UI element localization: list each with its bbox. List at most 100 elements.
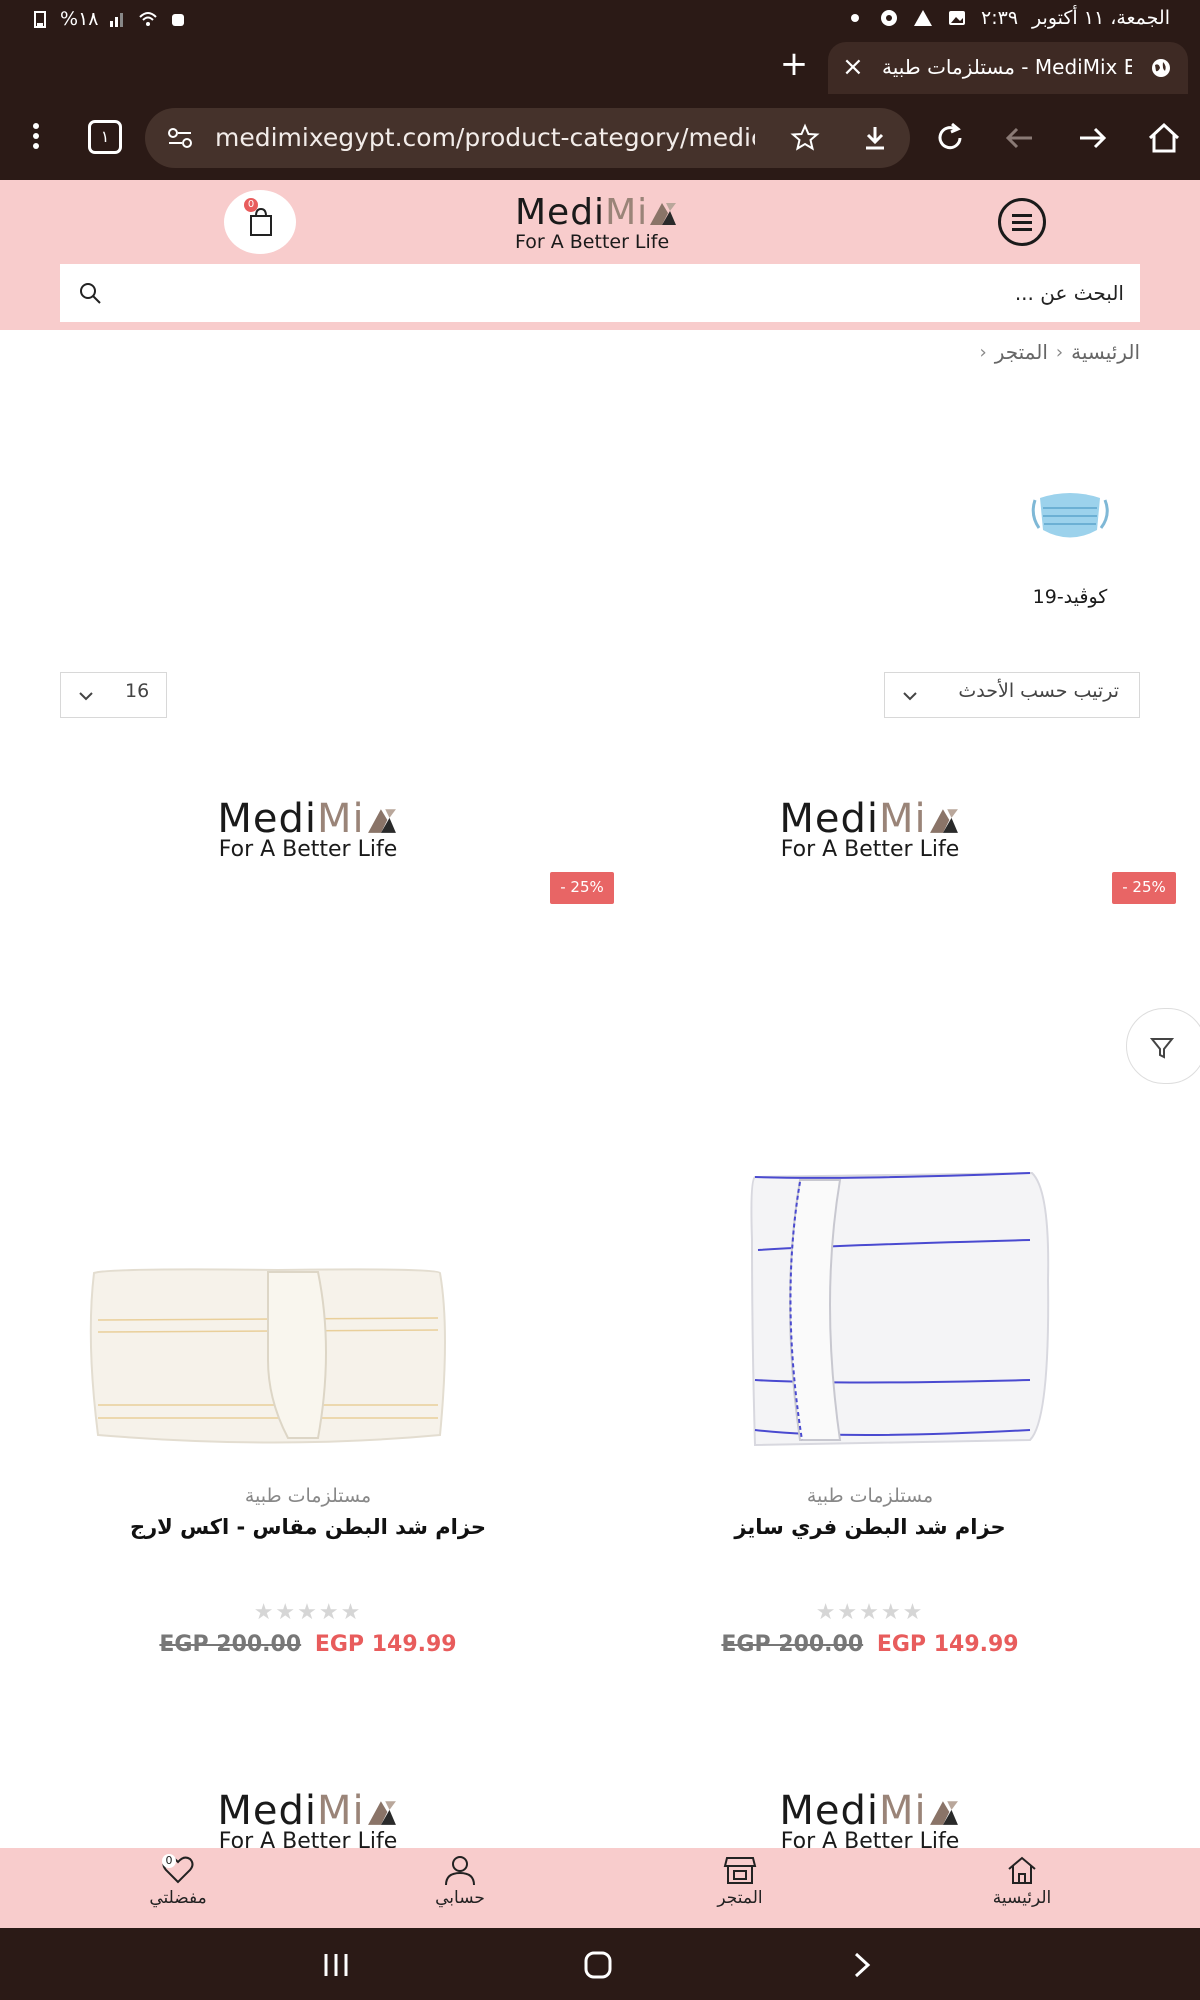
cart-button[interactable]: 0 bbox=[224, 190, 296, 254]
category-item-covid[interactable]: كوڤيد-19 bbox=[1010, 470, 1130, 608]
product-category[interactable]: مستلزمات طبية bbox=[38, 1485, 578, 1507]
price-old: EGP 200.00 bbox=[721, 1632, 864, 1657]
bottom-navigation: الرئيسية المتجر حسابي 0 مفضلتي bbox=[0, 1848, 1200, 1928]
chevron-left-icon: ‹ bbox=[1055, 341, 1064, 363]
per-page-select[interactable]: 16 bbox=[60, 672, 167, 718]
status-time: ٢:٣٩ bbox=[981, 7, 1019, 29]
sort-label: ترتيب حسب الأحدث bbox=[958, 680, 1119, 702]
chevron-left-icon: ‹ bbox=[979, 341, 987, 363]
logo-word-mi: Mi bbox=[879, 796, 927, 842]
forward-arrow-icon[interactable] bbox=[1072, 118, 1112, 158]
warning-icon bbox=[914, 10, 933, 26]
product-image bbox=[89, 1268, 446, 1444]
product-brand-logo: MediMi For A Better Life bbox=[600, 796, 1140, 862]
nav-wishlist-label: مفضلتي bbox=[149, 1888, 207, 1908]
site-settings-icon[interactable] bbox=[167, 126, 193, 150]
logo-x-mark bbox=[367, 1801, 396, 1825]
status-right: الجمعة، ١١ أكتوبر ٢:٣٩ bbox=[845, 7, 1170, 29]
battery-icon bbox=[34, 11, 46, 28]
discount-badge: - 25% bbox=[1112, 872, 1176, 904]
back-arrow-icon[interactable] bbox=[1000, 118, 1040, 158]
user-icon bbox=[445, 1856, 475, 1886]
nav-shop-label: المتجر bbox=[717, 1888, 763, 1908]
breadcrumb-home[interactable]: الرئيسية bbox=[1071, 340, 1140, 364]
logo-x-mark bbox=[367, 809, 396, 833]
sort-select[interactable]: ترتيب حسب الأحدث bbox=[884, 672, 1140, 718]
logo-word-mi: Mi bbox=[879, 1790, 927, 1834]
search-bar bbox=[60, 264, 1140, 322]
nav-wishlist[interactable]: 0 مفضلتي bbox=[108, 1854, 248, 1908]
product-card[interactable]: MediMi For A Better Life - 25% مستلزمات … bbox=[38, 780, 614, 1680]
new-tab-button[interactable]: + bbox=[776, 46, 812, 82]
logo-word-mi: Mi bbox=[317, 1790, 365, 1834]
product-brand-logo: MediMi For A Better Life bbox=[38, 1790, 578, 1850]
price-old: EGP 200.00 bbox=[159, 1632, 302, 1657]
url-text: medimixegypt.com/product-category/medica… bbox=[215, 123, 755, 152]
home-button-icon[interactable] bbox=[578, 1950, 618, 1980]
search-input[interactable] bbox=[164, 276, 1124, 310]
back-chevron-icon[interactable] bbox=[842, 1950, 882, 1980]
logo-tagline: For A Better Life bbox=[218, 837, 398, 862]
filter-button[interactable] bbox=[1126, 1008, 1200, 1084]
cart-count-badge: 0 bbox=[244, 198, 258, 212]
logo-x-mark bbox=[650, 203, 677, 225]
product-category[interactable]: مستلزمات طبية bbox=[600, 1485, 1140, 1507]
browser-tab-bar: مستلزمات طبية - MediMix Egypt × bbox=[0, 40, 1200, 96]
logo-word-medi: Medi bbox=[779, 1790, 879, 1834]
logo-x-mark bbox=[929, 1801, 958, 1825]
address-bar[interactable]: medimixegypt.com/product-category/medica… bbox=[145, 108, 910, 168]
system-navigation-bar bbox=[0, 1928, 1200, 2000]
nav-home-label: الرئيسية bbox=[992, 1888, 1052, 1908]
category-label: كوڤيد-19 bbox=[1032, 586, 1108, 608]
status-bar: %١٨ الجمعة، ١١ أكتوبر ٢:٣٩ bbox=[0, 0, 1200, 40]
face-mask-icon bbox=[1031, 493, 1109, 538]
gallery-icon bbox=[949, 11, 966, 25]
download-icon[interactable] bbox=[860, 123, 890, 153]
price-new: EGP 149.99 bbox=[876, 1632, 1019, 1657]
wishlist-count-badge: 0 bbox=[162, 1854, 176, 1868]
site-logo[interactable]: MediMi For A Better Life bbox=[515, 192, 685, 253]
nav-account[interactable]: حسابي bbox=[390, 1854, 530, 1908]
logo-word-medi: Medi bbox=[779, 796, 879, 842]
tab-title: مستلزمات طبية - MediMix Egypt bbox=[882, 55, 1132, 79]
hamburger-menu-button[interactable] bbox=[998, 198, 1046, 246]
breadcrumb: الرئيسية ‹ المتجر ‹ bbox=[980, 340, 1141, 364]
logo-tagline: For A Better Life bbox=[780, 837, 960, 862]
wifi-icon bbox=[139, 12, 158, 26]
product-image bbox=[750, 1171, 1050, 1447]
logo-tagline: For A Better Life bbox=[515, 231, 670, 253]
more-options-icon[interactable] bbox=[20, 118, 60, 158]
bookmark-star-icon[interactable] bbox=[790, 123, 820, 153]
recent-apps-icon[interactable] bbox=[316, 1950, 356, 1980]
logo-word-mi: Mi bbox=[605, 192, 649, 233]
home-icon[interactable] bbox=[1144, 118, 1184, 158]
filter-icon bbox=[1149, 1038, 1175, 1059]
product-price: EGP 200.00 EGP 149.99 bbox=[38, 1632, 578, 1657]
site-header: MediMi For A Better Life 0 bbox=[0, 180, 1200, 330]
chevron-down-icon bbox=[79, 692, 93, 701]
nav-shop[interactable]: المتجر bbox=[670, 1854, 810, 1908]
browser-tab[interactable]: مستلزمات طبية - MediMix Egypt × bbox=[828, 42, 1188, 94]
tab-switcher-button[interactable]: ١ bbox=[88, 120, 122, 154]
product-brand-logo: MediMi For A Better Life bbox=[600, 1790, 1140, 1850]
product-card[interactable]: MediMi For A Better Life - 25% مستلزمات … bbox=[600, 780, 1176, 1680]
nav-home[interactable]: الرئيسية bbox=[952, 1854, 1092, 1908]
close-tab-icon[interactable]: × bbox=[842, 52, 864, 82]
breadcrumb-shop[interactable]: المتجر bbox=[995, 340, 1048, 364]
reload-icon[interactable] bbox=[930, 118, 970, 158]
logo-word-medi: Medi bbox=[515, 192, 606, 233]
status-date: الجمعة، ١١ أكتوبر bbox=[1032, 7, 1170, 29]
product-name[interactable]: حزام شد البطن مقاس - اكس لارج bbox=[38, 1515, 578, 1539]
home-icon bbox=[1008, 1856, 1036, 1884]
browser-toolbar: ١ medimixegypt.com/product-category/medi… bbox=[0, 96, 1200, 180]
logo-word-medi: Medi bbox=[217, 796, 317, 842]
logo-word-medi: Medi bbox=[217, 1790, 317, 1834]
price-new: EGP 149.99 bbox=[314, 1632, 457, 1657]
product-name[interactable]: حزام شد البطن فري سايز bbox=[600, 1515, 1140, 1539]
rating-stars: ★★★★★ bbox=[815, 1600, 925, 1625]
per-page-value: 16 bbox=[125, 680, 150, 702]
product-price: EGP 200.00 EGP 149.99 bbox=[600, 1632, 1140, 1657]
product-brand-logo: MediMi For A Better Life bbox=[38, 796, 578, 862]
globe-icon bbox=[1152, 59, 1170, 77]
search-icon[interactable] bbox=[78, 281, 102, 305]
